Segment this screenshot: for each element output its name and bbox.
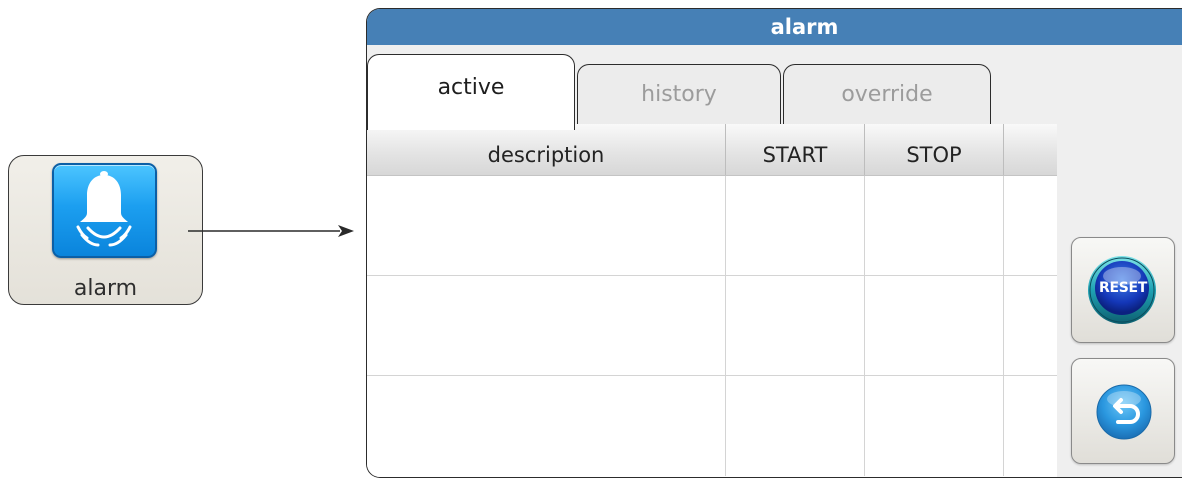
column-header-start[interactable]: START bbox=[726, 124, 865, 175]
reset-button[interactable]: RESET bbox=[1071, 237, 1175, 343]
table-row[interactable] bbox=[367, 276, 1057, 376]
cell-start bbox=[726, 176, 865, 275]
launcher-label: alarm bbox=[73, 276, 138, 301]
table-row[interactable] bbox=[367, 176, 1057, 276]
column-header-stop[interactable]: STOP bbox=[865, 124, 1004, 175]
alarm-window: alarm active history override descriptio… bbox=[366, 8, 1182, 478]
connector-arrow-icon bbox=[188, 225, 354, 237]
undo-icon bbox=[1096, 384, 1152, 440]
reset-label: RESET bbox=[1098, 280, 1148, 296]
cell-extra bbox=[1004, 176, 1057, 275]
alarm-table: description START STOP bbox=[367, 124, 1057, 477]
tab-active[interactable]: active bbox=[367, 54, 575, 130]
bell-icon bbox=[52, 163, 157, 258]
table-row[interactable] bbox=[367, 376, 1057, 476]
alarm-launcher-tile[interactable]: alarm bbox=[8, 155, 203, 305]
cell-stop bbox=[865, 176, 1004, 275]
column-header-description[interactable]: description bbox=[367, 124, 726, 175]
cell-extra bbox=[1004, 376, 1057, 476]
cell-stop bbox=[865, 376, 1004, 476]
table-header: description START STOP bbox=[367, 124, 1057, 176]
cell-description bbox=[367, 376, 726, 476]
cell-start bbox=[726, 376, 865, 476]
cell-description bbox=[367, 176, 726, 275]
back-button[interactable] bbox=[1071, 358, 1175, 464]
cell-description bbox=[367, 276, 726, 375]
column-header-extra bbox=[1004, 124, 1057, 175]
window-title: alarm bbox=[367, 9, 1182, 45]
cell-stop bbox=[865, 276, 1004, 375]
cell-extra bbox=[1004, 276, 1057, 375]
cell-start bbox=[726, 276, 865, 375]
